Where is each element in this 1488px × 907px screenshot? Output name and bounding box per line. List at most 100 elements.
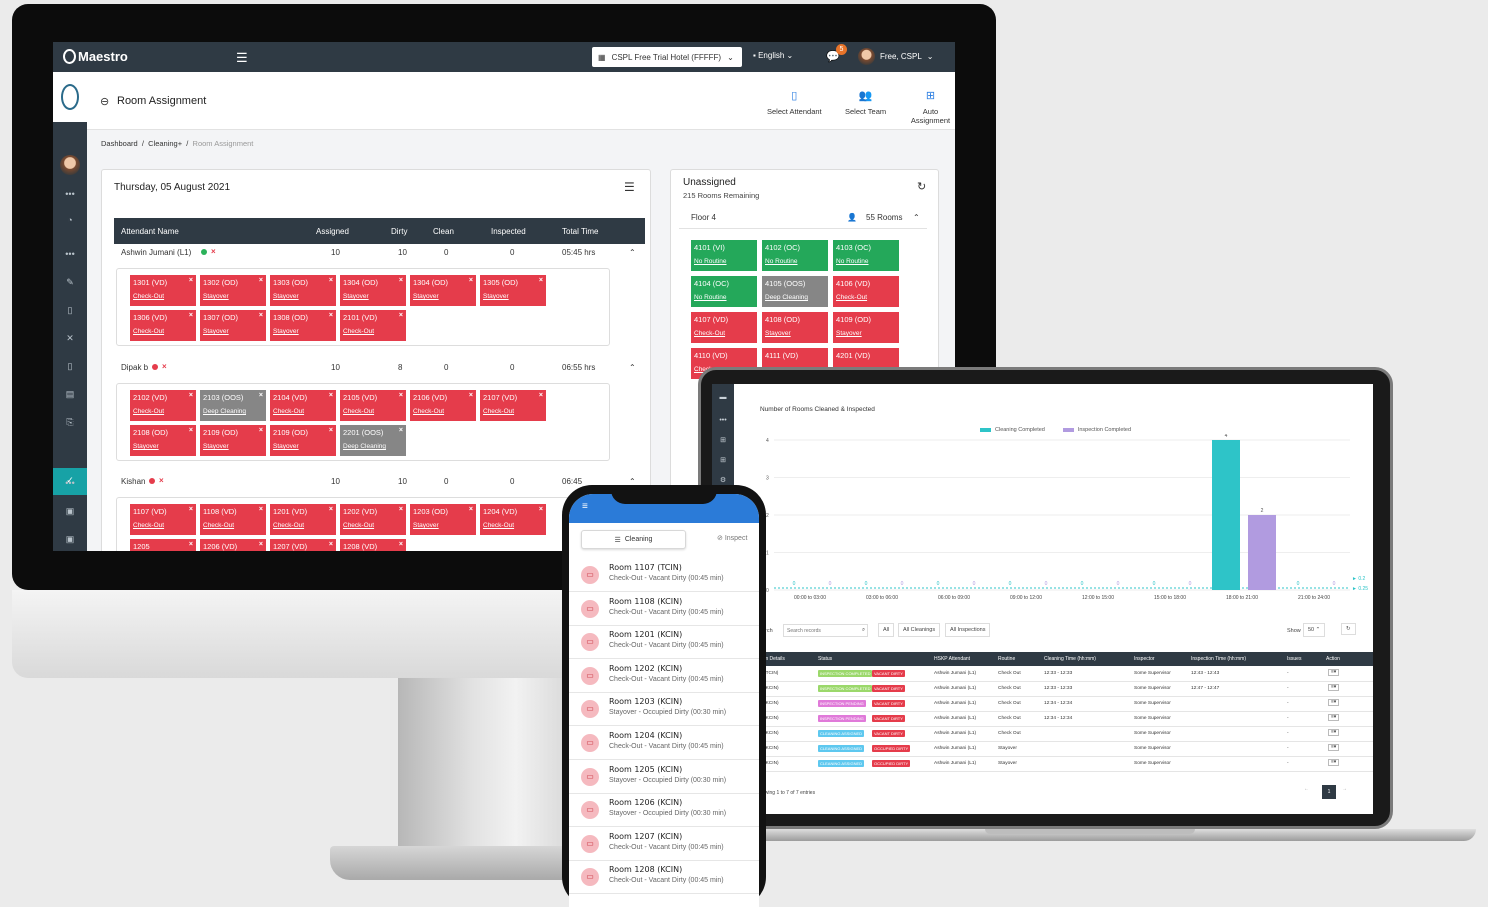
room-chip[interactable]: 1204 (VD) Check-Out ×	[480, 504, 546, 535]
sidebar-avatar[interactable]	[53, 155, 87, 177]
room-routine-link[interactable]: No Routine	[694, 258, 754, 265]
room-routine-link[interactable]: No Routine	[694, 294, 754, 301]
room-chip[interactable]: 4102 (OC) No Routine	[762, 240, 828, 271]
hotel-selector[interactable]: ▦ CSPL Free Trial Hotel (FFFFF) ⌄	[592, 47, 742, 67]
row-actions-button[interactable]: ≡▾	[1328, 744, 1340, 751]
select-team-button[interactable]: 👥 Select Team	[845, 89, 886, 116]
remove-icon[interactable]: ×	[189, 506, 193, 513]
page-size-select[interactable]: 50 ⌃	[1303, 623, 1326, 637]
room-chip[interactable]: 1202 (VD) Check-Out ×	[340, 504, 406, 535]
table-row[interactable]: (KCIN) Ashwin Jumani (L1) Check Out 12:33 -…	[762, 682, 1373, 697]
image-icon[interactable]: ▣	[53, 506, 87, 517]
room-chip[interactable]: 1304 (OD) Stayover ×	[340, 275, 406, 306]
room-routine-link[interactable]: Check-Out	[694, 330, 754, 337]
room-routine-link[interactable]: Stayover	[273, 293, 333, 300]
room-routine-link[interactable]: Check-Out	[343, 522, 403, 529]
room-routine-link[interactable]: Check-Out	[483, 522, 543, 529]
room-chip[interactable]: 2104 (VD) Check-Out ×	[270, 390, 336, 421]
remove-icon[interactable]: ×	[399, 541, 403, 548]
remove-icon[interactable]: ×	[329, 392, 333, 399]
remove-icon[interactable]: ×	[539, 392, 543, 399]
table-row[interactable]: (TCIN) Ashwin Jumani (L1) Check Out 12:33 -…	[762, 667, 1373, 682]
remove-icon[interactable]: ×	[189, 277, 193, 284]
device-icon[interactable]: ▯	[53, 361, 87, 372]
room-chip[interactable]: 2109 (OD) Stayover ×	[200, 425, 266, 456]
auto-assignment-button[interactable]: ⊞ Auto Assignment	[906, 89, 955, 125]
select-attendant-button[interactable]: ▯ Select Attendant	[767, 89, 822, 116]
table-row[interactable]: (KCIN) Ashwin Jumani (L1) Check Out 12:34 -…	[762, 712, 1373, 727]
col-inspection-time[interactable]: Inspection Time (hh:mm)	[1191, 656, 1246, 662]
dashboard-icon[interactable]: ◔	[53, 215, 87, 225]
remove-icon[interactable]: ×	[159, 476, 164, 485]
remove-icon[interactable]: ×	[259, 541, 263, 548]
remove-icon[interactable]: ×	[162, 362, 167, 371]
room-chip[interactable]: 4109 (OD) Stayover	[833, 312, 899, 343]
room-routine-link[interactable]: Stayover	[203, 293, 263, 300]
room-chip[interactable]: 1302 (OD) Stayover ×	[200, 275, 266, 306]
attendant-row[interactable]: Dipak b 10 8 0 0 06:55 hrs × ⌃	[114, 362, 645, 377]
room-chip[interactable]: 4103 (OC) No Routine	[833, 240, 899, 271]
room-routine-link[interactable]: Check-Out	[413, 408, 473, 415]
list-item[interactable]: ▭ Room 1203 (KCIN) Stayover - Occupied Dir…	[569, 692, 759, 727]
row-actions-button[interactable]: ≡▾	[1328, 759, 1340, 766]
remove-icon[interactable]: ×	[259, 427, 263, 434]
menu-icon[interactable]: ☰	[624, 180, 635, 194]
col-action[interactable]: Action	[1326, 656, 1340, 662]
remove-icon[interactable]: ×	[259, 506, 263, 513]
room-chip[interactable]: 2105 (VD) Check-Out ×	[340, 390, 406, 421]
table-row[interactable]: (KCIN) Ashwin Jumani (L1) Check Out 12:34 -…	[762, 697, 1373, 712]
list-item[interactable]: ▭ Room 1205 (KCIN) Stayover - Occupied Dir…	[569, 760, 759, 794]
room-routine-link[interactable]: Check-Out	[133, 408, 193, 415]
room-chip[interactable]: 1306 (VD) Check-Out ×	[130, 310, 196, 341]
room-chip[interactable]: 1207 (VD) ×	[270, 539, 336, 551]
prev-page-icon[interactable]: ←	[1304, 786, 1309, 792]
tab-inspect[interactable]: ⊘ Inspect	[717, 534, 747, 542]
room-chip[interactable]: 4101 (VI) No Routine	[691, 240, 757, 271]
row-actions-button[interactable]: ≡▾	[1328, 699, 1340, 706]
room-routine-link[interactable]: Check-Out	[836, 294, 896, 301]
row-actions-button[interactable]: ≡▾	[1328, 714, 1340, 721]
floor-header[interactable]: Floor 4 👤 55 Rooms ⌃	[679, 205, 927, 229]
room-chip[interactable]: 1305 (OD) Stayover ×	[480, 275, 546, 306]
room-routine-link[interactable]: No Routine	[765, 258, 825, 265]
list-item[interactable]: ▭ Room 1107 (TCIN) Check-Out - Vacant Dirt…	[569, 558, 759, 592]
room-chip[interactable]: 1203 (OD) Stayover ×	[410, 504, 476, 535]
room-routine-link[interactable]: Stayover	[413, 522, 473, 529]
room-routine-link[interactable]: Check-Out	[133, 293, 193, 300]
chevron-up-icon[interactable]: ⌃	[629, 363, 636, 372]
remove-icon[interactable]: ×	[399, 427, 403, 434]
legend-cleaning[interactable]: Cleaning Completed	[980, 427, 1045, 433]
refresh-icon[interactable]: ↻	[1341, 623, 1356, 635]
room-chip[interactable]: 1206 (VD) ×	[200, 539, 266, 551]
table-row[interactable]: (KCIN) Ashwin Jumani (L1) Stayover Some Sup…	[762, 757, 1373, 772]
room-routine-link[interactable]: Stayover	[483, 293, 543, 300]
list-item[interactable]: ▭ Room 1108 (KCIN) Check-Out - Vacant Dirt…	[569, 592, 759, 626]
room-chip[interactable]: 4108 (OD) Stayover	[762, 312, 828, 343]
room-routine-link[interactable]: Deep Cleaning	[765, 294, 825, 301]
remove-icon[interactable]: ×	[399, 277, 403, 284]
more-icon[interactable]: •••	[712, 417, 734, 424]
room-chip[interactable]: 4107 (VD) Check-Out	[691, 312, 757, 343]
remove-icon[interactable]: ×	[469, 392, 473, 399]
room-chip[interactable]: 1303 (OD) Stayover ×	[270, 275, 336, 306]
room-routine-link[interactable]: Stayover	[413, 293, 473, 300]
chevron-up-icon[interactable]: ⌃	[629, 248, 636, 257]
bar[interactable]	[1212, 440, 1240, 590]
remove-icon[interactable]: ×	[329, 541, 333, 548]
table-row[interactable]: (KCIN) Ashwin Jumani (L1) Stayover Some Sup…	[762, 742, 1373, 757]
report-icon[interactable]: ⊞	[712, 456, 734, 464]
room-routine-link[interactable]: Check-Out	[343, 328, 403, 335]
room-routine-link[interactable]: Check-Out	[273, 408, 333, 415]
remove-icon[interactable]: ×	[329, 312, 333, 319]
next-page-icon[interactable]: →	[1342, 786, 1347, 792]
room-routine-link[interactable]: Check-Out	[343, 408, 403, 415]
room-chip[interactable]: 1307 (OD) Stayover ×	[200, 310, 266, 341]
room-routine-link[interactable]: Stayover	[273, 443, 333, 450]
row-actions-button[interactable]: ≡▾	[1328, 669, 1340, 676]
tab-cleaning[interactable]: ☰ Cleaning	[581, 530, 686, 549]
col-inspector[interactable]: Inspector	[1134, 656, 1155, 662]
room-routine-link[interactable]: Check-Out	[133, 522, 193, 529]
room-chip[interactable]: 4105 (OOS) Deep Cleaning	[762, 276, 828, 307]
breadcrumb-dashboard[interactable]: Dashboard	[101, 139, 138, 148]
row-actions-button[interactable]: ≡▾	[1328, 729, 1340, 736]
